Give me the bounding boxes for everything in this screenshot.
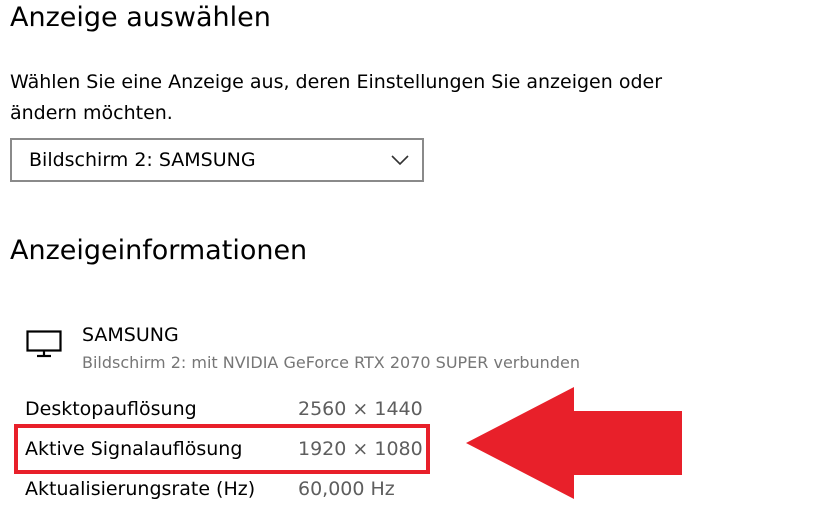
desktop-resolution-label: Desktopauflösung xyxy=(25,398,197,420)
refresh-rate-label: Aktualisierungsrate (Hz) xyxy=(25,478,256,500)
refresh-rate-value: 60,000 Hz xyxy=(298,478,395,500)
display-subtitle: Bildschirm 2: mit NVIDIA GeForce RTX 207… xyxy=(82,353,580,372)
red-arrow-annotation xyxy=(466,387,682,499)
dropdown-selected-value: Bildschirm 2: SAMSUNG xyxy=(29,149,256,171)
desktop-resolution-value: 2560 × 1440 xyxy=(298,398,423,420)
select-display-description: Wählen Sie eine Anzeige aus, deren Einst… xyxy=(10,71,663,124)
section-title-select-display: Anzeige auswählen xyxy=(10,2,271,33)
display-select-dropdown[interactable]: Bildschirm 2: SAMSUNG xyxy=(10,138,424,182)
highlight-box xyxy=(14,424,430,474)
display-name: SAMSUNG xyxy=(82,324,179,346)
section-title-display-info: Anzeigeinformationen xyxy=(10,235,308,266)
monitor-icon xyxy=(26,330,62,358)
chevron-down-icon xyxy=(391,155,409,166)
